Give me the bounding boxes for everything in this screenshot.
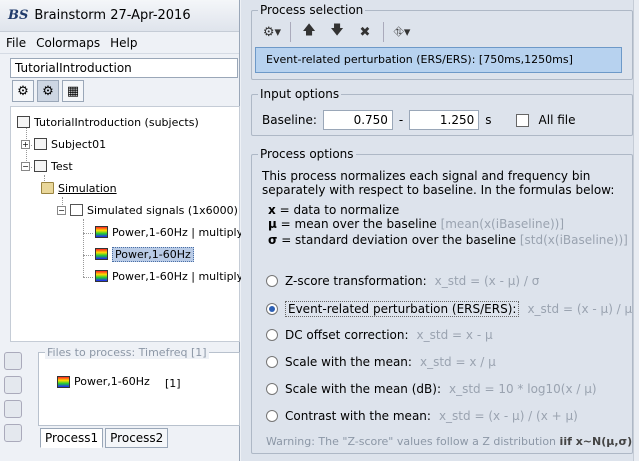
input-options-title: Input options xyxy=(258,87,342,101)
timefreq-icon xyxy=(95,226,108,238)
conditions-icon: ▦ xyxy=(66,83,80,99)
timefreq-icon xyxy=(95,248,108,260)
collapse-icon[interactable]: − xyxy=(21,161,30,171)
radio-button-selected[interactable] xyxy=(266,303,278,315)
pipeline-editor-dialog: Process selection ⚙▾ 🡅 🡇 ✖ ⛗▾ Event-rela… xyxy=(241,0,639,461)
collapse-icon[interactable]: − xyxy=(57,205,66,215)
arrow-up-icon: 🡅 xyxy=(302,23,316,38)
menu-bar: File Colormaps Help xyxy=(0,32,239,54)
selected-process-item[interactable]: Event-related perturbation (ERS/ERS): [7… xyxy=(255,47,622,73)
process-description: This process normalizes each signal and … xyxy=(262,169,615,197)
radio-contrast-mean[interactable]: Contrast with the mean: x_std = (x - μ) … xyxy=(266,409,578,423)
menu-file[interactable]: File xyxy=(6,36,26,50)
process-side-buttons xyxy=(4,352,22,442)
radio-button[interactable] xyxy=(266,275,278,287)
subject-icon xyxy=(34,138,47,150)
arrow-down-icon: 🡇 xyxy=(330,23,344,38)
tab-process2[interactable]: Process2 xyxy=(105,428,169,448)
process-type-button[interactable] xyxy=(4,352,22,370)
baseline-unit: s xyxy=(485,113,492,127)
radio-scale-mean-db[interactable]: Scale with the mean (dB): x_std = 10 * l… xyxy=(266,382,597,396)
baseline-label: Baseline: xyxy=(262,113,317,127)
radio-button[interactable] xyxy=(266,383,278,395)
process-toolbar: ⚙▾ 🡅 🡇 ✖ ⛗▾ xyxy=(260,21,414,43)
menu-colormaps[interactable]: Colormaps xyxy=(36,36,100,50)
title-bar: BS Brainstorm 27-Apr-2016 xyxy=(0,0,239,32)
radio-button[interactable] xyxy=(266,329,278,341)
def-sigma: σ = standard deviation over the baseline… xyxy=(268,233,628,247)
expand-icon[interactable]: + xyxy=(21,139,30,149)
brain-icon: ⚙ xyxy=(17,83,29,99)
pipeline-icon: ⛗▾ xyxy=(393,24,411,40)
process-tabs: Process1 Process2 xyxy=(40,428,169,448)
all-file-label: All file xyxy=(538,113,576,127)
explorer-view-buttons: ⚙ ⚙ ▦ xyxy=(12,80,84,102)
file-item[interactable]: Power,1-60Hz xyxy=(57,375,150,388)
baseline-end-input[interactable]: 1.250 xyxy=(409,110,480,130)
close-icon: ✖ xyxy=(359,24,371,40)
baseline-start-input[interactable]: 0.750 xyxy=(322,110,393,130)
tree-subject01[interactable]: + Subject01 xyxy=(21,135,106,153)
brainstorm-logo: BS xyxy=(8,8,29,23)
process-type-button[interactable] xyxy=(4,376,22,394)
tree-root[interactable]: TutorialIntroduction (subjects) xyxy=(17,113,199,131)
add-process-button[interactable]: ⚙▾ xyxy=(260,21,284,43)
radio-button[interactable] xyxy=(266,356,278,368)
radio-dc-offset[interactable]: DC offset correction: x_std = x - μ xyxy=(266,328,493,342)
baseline-dash: - xyxy=(398,113,404,127)
def-mu: μ = mean over the baseline [mean(x(iBase… xyxy=(268,217,564,231)
process-options-title: Process options xyxy=(258,147,356,161)
window-title: Brainstorm 27-Apr-2016 xyxy=(34,8,191,23)
zscore-warning: Warning: The "Z-score" values follow a Z… xyxy=(266,435,633,448)
radio-zscore[interactable]: Z-score transformation: x_std = (x - μ) … xyxy=(266,274,539,288)
timefreq-icon xyxy=(95,270,108,282)
input-options-group: Input options Baseline: 0.750 - 1.250 s … xyxy=(251,87,633,136)
tree-timefreq-2[interactable]: Power,1-60Hz xyxy=(95,245,194,263)
gear-icon: ⚙▾ xyxy=(262,24,282,40)
view-conditions-button[interactable]: ▦ xyxy=(62,80,84,102)
tree-timefreq-3[interactable]: Power,1-60Hz | multiply xyxy=(95,267,243,285)
menu-help[interactable]: Help xyxy=(110,36,137,50)
tree-simulation[interactable]: Simulation xyxy=(41,179,117,197)
radio-button[interactable] xyxy=(266,410,278,422)
database-tree: TutorialIntroduction (subjects) + Subjec… xyxy=(10,106,243,342)
brainstorm-main-window: BS Brainstorm 27-Apr-2016 File Colormaps… xyxy=(0,0,243,461)
folder-icon xyxy=(41,182,54,194)
pipeline-menu-button[interactable]: ⛗▾ xyxy=(390,21,414,43)
timefreq-icon xyxy=(57,375,70,388)
all-file-checkbox[interactable] xyxy=(515,113,529,127)
radio-scale-mean[interactable]: Scale with the mean: x_std = x / μ xyxy=(266,355,496,369)
tab-process1[interactable]: Process1 xyxy=(40,428,104,448)
radio-ersd[interactable]: Event-related perturbation (ERS/ERS): x_… xyxy=(266,301,639,317)
data-file-icon xyxy=(70,204,83,216)
process-type-button[interactable] xyxy=(4,400,22,418)
tree-test[interactable]: − Test xyxy=(21,157,73,175)
process-type-button[interactable] xyxy=(4,424,22,442)
protocol-select[interactable]: TutorialIntroduction xyxy=(10,58,238,78)
vertical-scrollbar[interactable] xyxy=(633,0,639,461)
view-anatomy-button[interactable]: ⚙ xyxy=(12,80,34,102)
tree-timefreq-1[interactable]: Power,1-60Hz | multiply xyxy=(95,223,243,241)
functional-data-icon: ⚙ xyxy=(42,83,54,99)
process-options-group: Process options This process normalizes … xyxy=(251,147,639,454)
files-to-process-list[interactable]: Files to process: Timefreq [1] Power,1-6… xyxy=(38,346,240,426)
file-count: [1] xyxy=(165,377,181,390)
process-selection-title: Process selection xyxy=(258,3,366,17)
subject-icon xyxy=(34,160,47,172)
view-functional-button[interactable]: ⚙ xyxy=(37,80,59,102)
delete-process-button[interactable]: ✖ xyxy=(353,21,377,43)
protocol-icon xyxy=(17,116,30,128)
move-down-button[interactable]: 🡇 xyxy=(325,21,349,43)
def-x: x = data to normalize xyxy=(268,203,400,217)
files-legend: Files to process: Timefreq [1] xyxy=(45,346,209,359)
process-selection-group: Process selection ⚙▾ 🡅 🡇 ✖ ⛗▾ Event-rela… xyxy=(251,3,633,80)
baseline-row: Baseline: 0.750 - 1.250 s All file xyxy=(262,110,576,130)
tree-simulated-signals[interactable]: − Simulated signals (1x6000) xyxy=(57,201,238,219)
move-up-button[interactable]: 🡅 xyxy=(297,21,321,43)
